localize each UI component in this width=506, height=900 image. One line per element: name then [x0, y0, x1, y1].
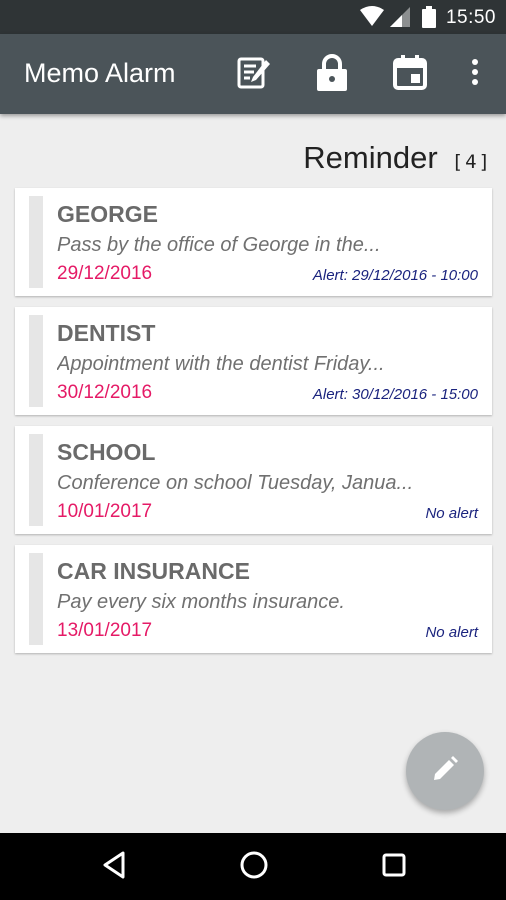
calendar-button[interactable]	[388, 52, 432, 96]
memo-alert: No alert	[425, 624, 478, 641]
back-icon	[101, 851, 127, 884]
status-bar: 15:50	[0, 0, 506, 34]
memo-date: 10/01/2017	[57, 501, 153, 522]
edit-note-icon	[236, 54, 272, 95]
section-title: Reminder	[303, 140, 438, 175]
wifi-icon	[360, 6, 384, 31]
memo-accent-bar	[29, 434, 43, 526]
memo-alert: Alert: 30/12/2016 - 15:00	[312, 386, 478, 403]
memo-card-school[interactable]: SCHOOL Conference on school Tuesday, Jan…	[15, 426, 492, 534]
memo-title: SCHOOL	[57, 439, 156, 465]
lock-icon	[315, 53, 349, 96]
home-icon	[239, 850, 269, 885]
navigation-bar	[0, 833, 506, 900]
memo-accent-bar	[29, 553, 43, 645]
battery-icon	[422, 6, 436, 33]
app-bar: Memo Alarm	[0, 34, 506, 114]
edit-note-button[interactable]	[232, 52, 276, 96]
memo-accent-bar	[29, 315, 43, 407]
status-time: 15:50	[445, 7, 496, 28]
calendar-icon	[392, 54, 428, 95]
memo-description: Appointment with the dentist Friday...	[57, 353, 385, 375]
app-title: Memo Alarm	[24, 58, 176, 88]
memo-title: DENTIST	[57, 320, 156, 346]
more-options-button[interactable]	[458, 52, 492, 96]
reminder-count: [4]	[451, 151, 492, 173]
memo-description: Pass by the office of George in the...	[57, 234, 381, 256]
recents-button[interactable]	[376, 849, 412, 885]
home-button[interactable]	[236, 849, 272, 885]
memo-title: CAR INSURANCE	[57, 558, 250, 584]
memo-card-george[interactable]: GEORGE Pass by the office of George in t…	[15, 188, 492, 296]
back-button[interactable]	[96, 849, 132, 885]
memo-card-dentist[interactable]: DENTIST Appointment with the dentist Fri…	[15, 307, 492, 415]
memo-title: GEORGE	[57, 201, 158, 227]
memo-alert: Alert: 29/12/2016 - 10:00	[312, 267, 478, 284]
memo-date: 30/12/2016	[57, 382, 153, 403]
memo-list: GEORGE Pass by the office of George in t…	[15, 188, 492, 664]
memo-date: 29/12/2016	[57, 263, 153, 284]
memo-date: 13/01/2017	[57, 620, 153, 641]
signal-icon	[390, 7, 410, 32]
memo-alert: No alert	[425, 505, 478, 522]
more-vert-icon	[471, 58, 479, 90]
new-memo-fab[interactable]	[406, 732, 484, 810]
memo-description: Conference on school Tuesday, Janua...	[57, 472, 414, 494]
pencil-icon	[431, 755, 459, 788]
memo-card-car-insurance[interactable]: CAR INSURANCE Pay every six months insur…	[15, 545, 492, 653]
memo-description: Pay every six months insurance.	[57, 591, 345, 613]
section-header: Reminder [4]	[303, 140, 492, 176]
lock-button[interactable]	[310, 52, 354, 96]
memo-accent-bar	[29, 196, 43, 288]
recents-icon	[381, 852, 407, 883]
